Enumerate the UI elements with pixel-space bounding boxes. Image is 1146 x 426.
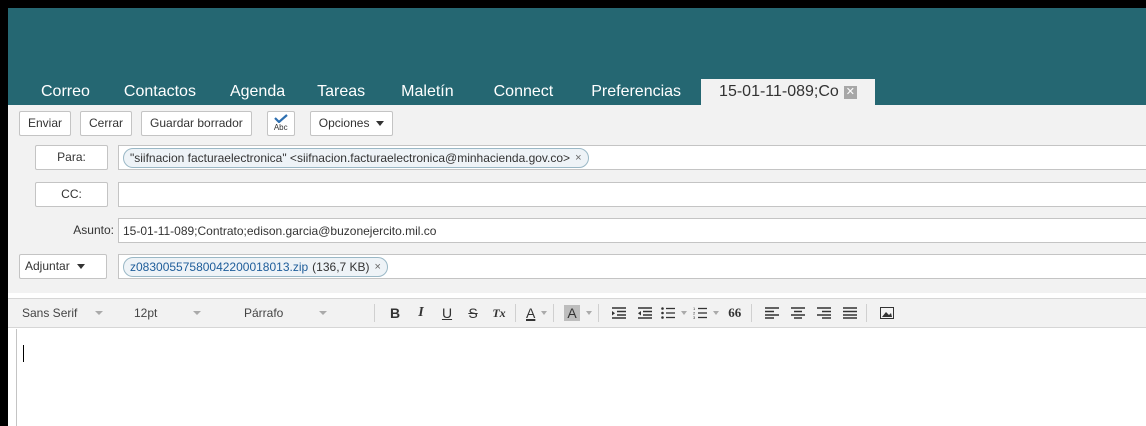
tab-contactos[interactable]: Contactos: [104, 79, 210, 105]
remove-attachment-icon[interactable]: ×: [375, 261, 381, 273]
paragraph-value: Párrafo: [244, 306, 284, 320]
toolbar-divider: [865, 304, 867, 322]
paragraph-select[interactable]: Párrafo: [244, 302, 374, 324]
bold-button[interactable]: B: [385, 302, 405, 324]
spellcheck-icon: Abc: [274, 114, 288, 132]
chevron-down-icon: [95, 311, 104, 315]
recipient-address: "siifnacion facturaelectronica" <siifnac…: [130, 150, 571, 165]
compose-tab-label: 15-01-11-089;Co: [719, 83, 839, 100]
font-family-select[interactable]: Sans Serif: [22, 302, 134, 324]
options-button[interactable]: Opciones: [309, 110, 394, 136]
background-color-button[interactable]: A: [564, 302, 591, 324]
text-cursor: [23, 345, 24, 362]
save-draft-button[interactable]: Guardar borrador: [141, 110, 252, 136]
tab-tareas[interactable]: Tareas: [299, 79, 379, 105]
toolbar-divider: [515, 304, 516, 322]
tab-agenda[interactable]: Agenda: [210, 79, 299, 105]
align-right-icon[interactable]: [814, 302, 834, 324]
toolbar-divider: [750, 304, 752, 322]
chevron-down-icon: [76, 264, 85, 269]
toolbar-divider: [553, 304, 555, 322]
underline-button[interactable]: U: [437, 302, 457, 324]
attachment-link[interactable]: z08300557580042200018013.zip: [130, 260, 308, 274]
tab-compose[interactable]: 15-01-11-089;Co ✕: [701, 79, 875, 105]
tab-correo[interactable]: Correo: [8, 79, 104, 105]
background-color-label: A: [564, 305, 580, 321]
toolbar-divider: [374, 304, 375, 322]
italic-button[interactable]: I: [411, 302, 431, 324]
outdent-icon[interactable]: [609, 302, 629, 324]
editor-toolbar: Sans Serif 12pt Párrafo B I U S Tx A A 1…: [8, 298, 1146, 328]
remove-recipient-icon[interactable]: ×: [575, 152, 581, 164]
align-left-icon[interactable]: [762, 302, 782, 324]
font-size-select[interactable]: 12pt: [134, 302, 244, 324]
cc-button[interactable]: CC:: [35, 182, 108, 207]
to-field[interactable]: "siifnacion facturaelectronica" <siifnac…: [118, 145, 1146, 170]
strikethrough-button[interactable]: S: [463, 302, 483, 324]
chevron-down-icon: [376, 120, 385, 126]
justify-icon[interactable]: [840, 302, 860, 324]
to-row: Para: "siifnacion facturaelectronica" <s…: [8, 145, 1146, 172]
recipient-bubble[interactable]: "siifnacion facturaelectronica" <siifnac…: [123, 147, 589, 168]
bullet-list-icon[interactable]: [660, 302, 687, 324]
font-family-value: Sans Serif: [22, 306, 78, 320]
send-button[interactable]: Enviar: [19, 110, 72, 136]
clear-format-button[interactable]: Tx: [489, 302, 509, 324]
blockquote-icon[interactable]: 66: [725, 302, 745, 324]
attachment-field: z08300557580042200018013.zip (136,7 KB) …: [118, 254, 1146, 279]
header-fields: Para: "siifnacion facturaelectronica" <s…: [8, 141, 1146, 293]
subject-field[interactable]: 15-01-11-089;Contrato;edison.garcia@buzo…: [118, 218, 1146, 243]
cc-row: CC:: [8, 182, 1146, 209]
svg-text:3: 3: [693, 315, 696, 319]
tab-maletin[interactable]: Maletín: [379, 79, 467, 105]
subject-row: Asunto: 15-01-11-089;Contrato;edison.gar…: [8, 218, 1146, 245]
message-body-editor[interactable]: [16, 329, 1146, 426]
main-tabs: Correo Contactos Agenda Tareas Maletín C…: [8, 79, 875, 105]
attachment-bubble[interactable]: z08300557580042200018013.zip (136,7 KB) …: [123, 256, 388, 277]
attachment-row: Adjuntar z08300557580042200018013.zip (1…: [8, 254, 1146, 281]
subject-label: Asunto:: [73, 223, 114, 237]
attachment-size: (136,7 KB): [312, 259, 370, 274]
toolbar-divider: [597, 304, 599, 322]
spellcheck-button[interactable]: Abc: [266, 110, 295, 136]
options-label: Opciones: [318, 115, 370, 130]
app-header: Correo Contactos Agenda Tareas Maletín C…: [8, 8, 1146, 105]
tab-connect[interactable]: Connect: [468, 79, 568, 105]
cc-field[interactable]: [118, 182, 1146, 207]
indent-icon[interactable]: [635, 302, 655, 324]
chevron-down-icon: [319, 311, 328, 315]
subject-value: 15-01-11-089;Contrato;edison.garcia@buzo…: [123, 223, 437, 238]
to-button[interactable]: Para:: [35, 145, 108, 170]
compose-window: Correo Contactos Agenda Tareas Maletín C…: [8, 8, 1146, 426]
compose-toolbar: Enviar Cerrar Guardar borrador Abc Opcio…: [8, 105, 1146, 141]
close-button[interactable]: Cerrar: [80, 110, 133, 136]
align-center-icon[interactable]: [788, 302, 808, 324]
font-size-value: 12pt: [134, 306, 158, 320]
close-tab-icon[interactable]: ✕: [843, 85, 857, 99]
attach-button[interactable]: Adjuntar: [19, 254, 107, 279]
font-color-button[interactable]: A: [526, 302, 547, 324]
numbered-list-icon[interactable]: 123: [693, 302, 719, 324]
attach-label: Adjuntar: [25, 259, 70, 273]
spellcheck-label: Abc: [273, 123, 288, 132]
insert-image-icon[interactable]: [877, 302, 897, 324]
chevron-down-icon: [193, 311, 202, 315]
tab-preferencias[interactable]: Preferencias: [567, 79, 695, 105]
